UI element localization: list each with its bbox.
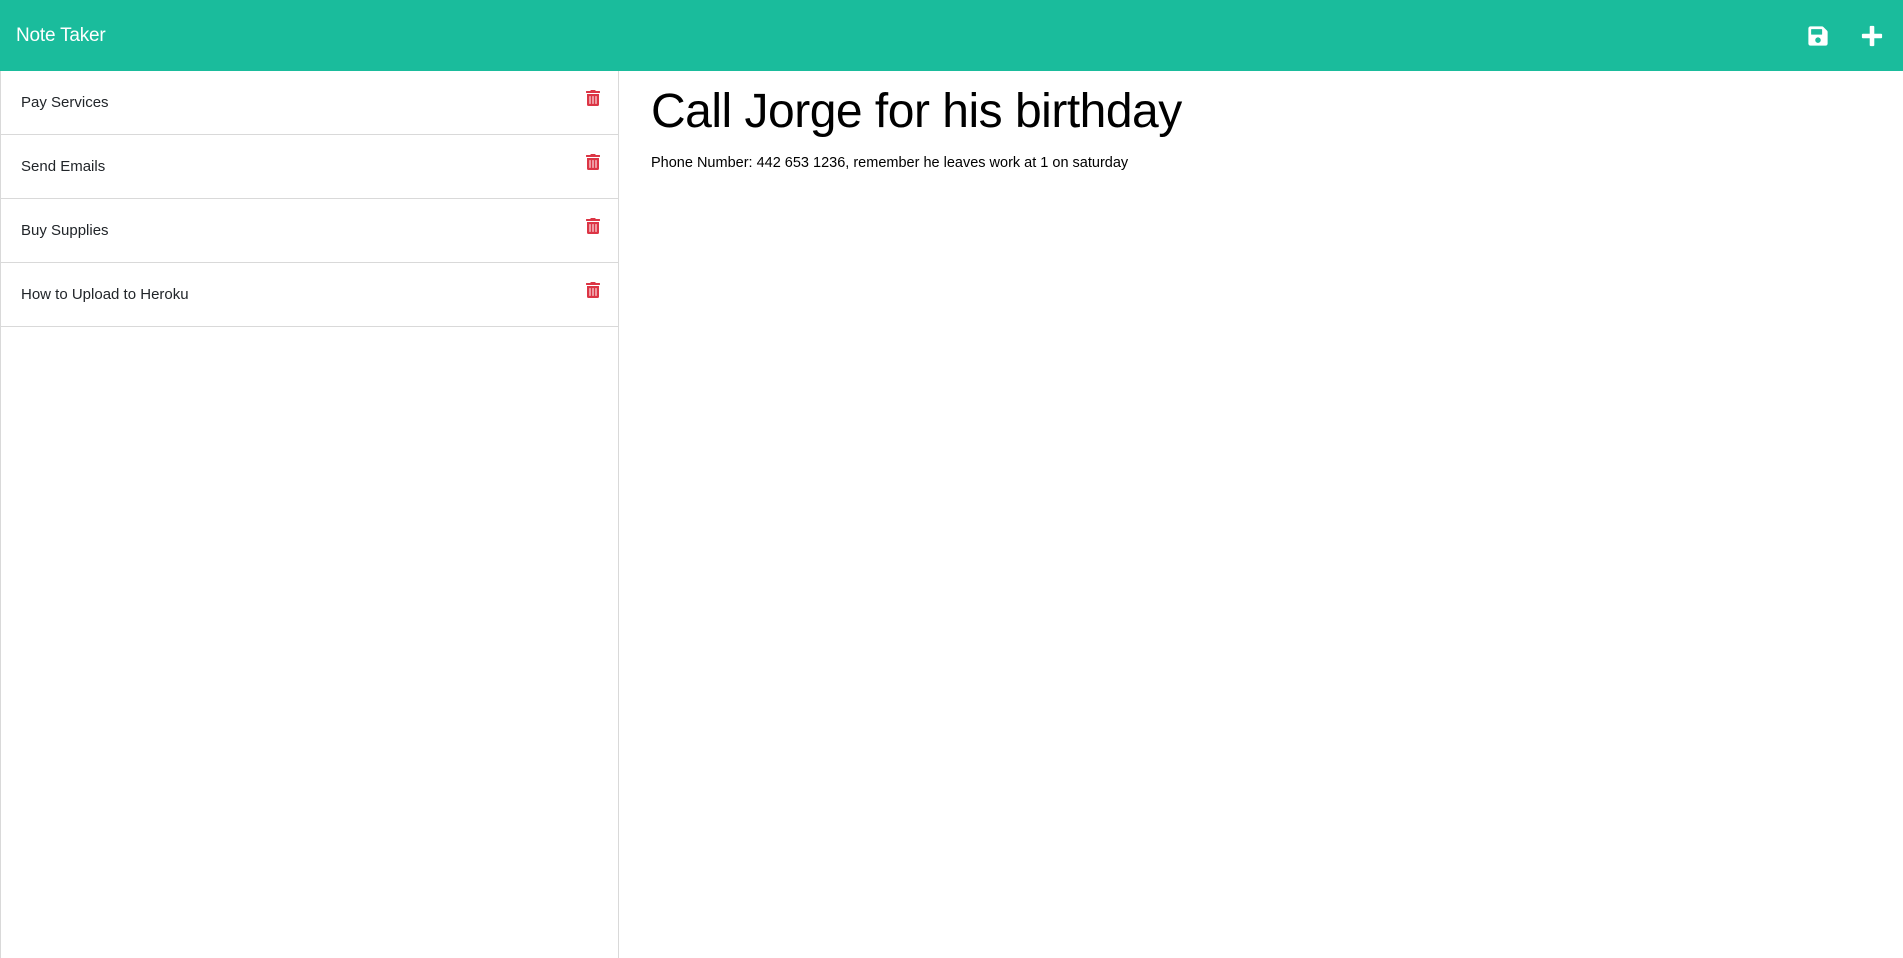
note-list-title: Pay Services (21, 94, 109, 111)
note-list-title: How to Upload to Heroku (21, 286, 189, 303)
trash-icon (586, 281, 600, 298)
note-text-area[interactable]: Phone Number: 442 653 1236, remember he … (651, 155, 1871, 171)
note-list-title: Buy Supplies (21, 222, 109, 239)
delete-note-button[interactable] (586, 217, 600, 235)
navbar: Note Taker (0, 0, 1903, 71)
list-item[interactable]: Pay Services (1, 71, 618, 135)
notes-list: Pay Services Send Emails Buy Supplies Ho… (0, 71, 619, 958)
plus-icon (1861, 25, 1883, 46)
note-editor: Call Jorge for his birthday Phone Number… (619, 71, 1903, 958)
floppy-disk-icon (1808, 25, 1828, 46)
list-item[interactable]: How to Upload to Heroku (1, 263, 618, 327)
note-title-field[interactable]: Call Jorge for his birthday (651, 83, 1871, 141)
delete-note-button[interactable] (586, 153, 600, 171)
save-note-button[interactable] (1806, 24, 1830, 48)
new-note-button[interactable] (1860, 24, 1884, 48)
trash-icon (586, 153, 600, 170)
navbar-actions (1806, 24, 1887, 48)
app-brand[interactable]: Note Taker (16, 25, 106, 47)
list-item[interactable]: Buy Supplies (1, 199, 618, 263)
note-list-title: Send Emails (21, 158, 106, 175)
list-item[interactable]: Send Emails (1, 135, 618, 199)
trash-icon (586, 217, 600, 234)
delete-note-button[interactable] (586, 89, 600, 107)
delete-note-button[interactable] (586, 281, 600, 299)
trash-icon (586, 89, 600, 106)
